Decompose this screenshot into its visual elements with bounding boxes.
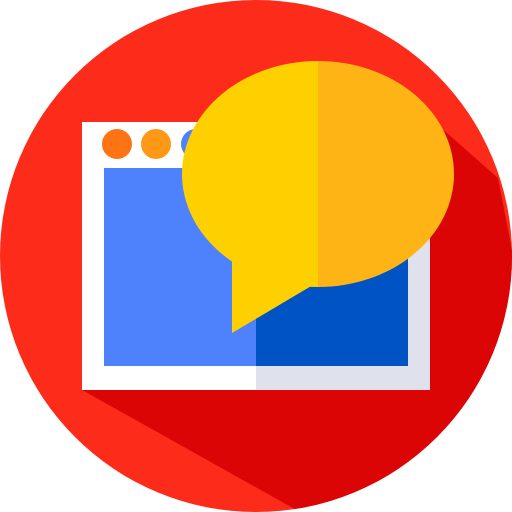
window-dot-icon (102, 129, 132, 159)
browser-chat-icon (0, 0, 512, 512)
window-dot-icon (141, 129, 171, 159)
icon-canvas (0, 0, 512, 512)
